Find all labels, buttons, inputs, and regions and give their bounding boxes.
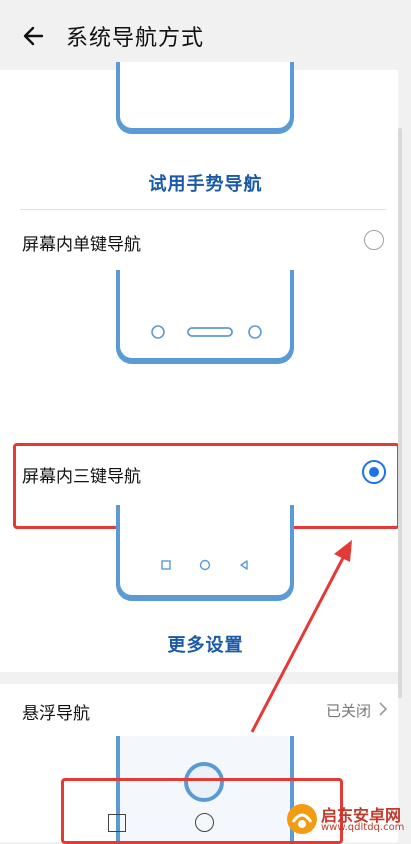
watermark-url: www.qdltdq.com [321,822,405,833]
watermark: 启东安卓网 www.qdltdq.com [285,800,411,842]
watermark-logo-icon [287,804,317,834]
annotation-arrow [250,540,352,733]
